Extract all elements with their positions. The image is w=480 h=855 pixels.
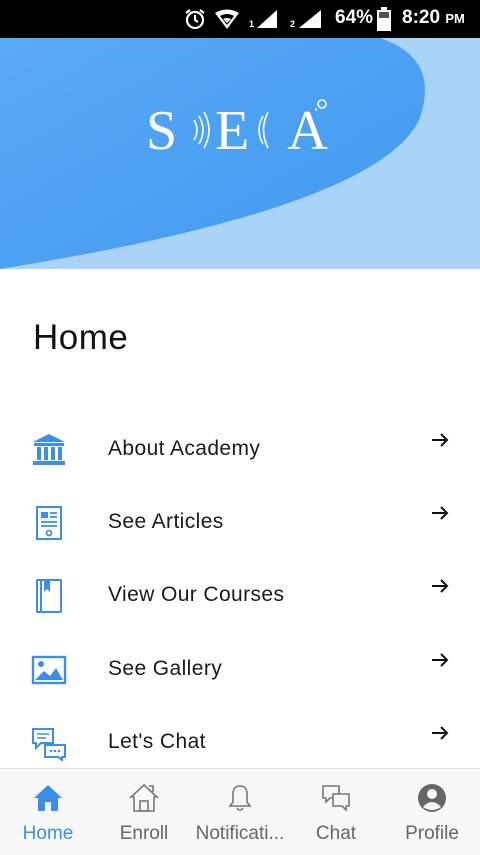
menu-item-see-articles[interactable]: See Articles [0,493,480,553]
menu-item-label: Let's Chat [108,730,206,753]
bell-icon [228,785,252,811]
clock-time: 8:20 [402,7,441,28]
academy-icon [33,434,65,465]
sea-logo: SEA [146,96,336,166]
arrow-right-icon [432,653,449,667]
menu-item-see-gallery[interactable]: See Gallery [0,640,480,700]
page-title: Home [33,318,129,357]
signal-sim1-icon [257,10,277,28]
signal-sim2-icon [299,10,321,28]
clock-suffix: PM [445,11,465,26]
chat-icon [32,728,66,761]
tab-profile-label: Profile [405,823,459,844]
header-banner: SEA [0,38,480,269]
arrow-right-icon [432,726,449,740]
tab-enroll[interactable]: Enroll [96,769,192,855]
home-icon [34,785,62,811]
chat-bubbles-icon [322,785,350,812]
menu-item-label: See Gallery [108,657,223,680]
sea-logo-text: SEA [146,100,366,162]
tab-home-label: Home [22,823,74,844]
arrow-right-icon [432,579,449,593]
arrow-right-icon [432,433,449,447]
wifi-icon [215,9,239,29]
menu-item-label: See Articles [108,510,224,533]
tab-notifications-label: Notificati... [195,823,285,844]
courses-icon [36,579,62,613]
status-bar: 1 2 64% 8:20 PM [0,0,480,38]
tab-chat[interactable]: Chat [288,769,384,855]
gallery-icon [31,655,67,685]
tab-enroll-label: Enroll [119,823,169,844]
arrow-right-icon [432,506,449,520]
menu-item-about-academy[interactable]: About Academy [0,420,480,480]
enroll-icon [129,783,159,812]
sim2-label: 2 [290,19,296,29]
clock: 8:20 PM [402,7,465,29]
menu-item-lets-chat[interactable]: Let's Chat [0,713,480,773]
bottom-navigation: Home Enroll Notificati... Chat Profile [0,768,480,855]
menu-item-label: View Our Courses [108,583,285,606]
sim1-label: 1 [249,19,255,29]
articles-icon [36,506,62,540]
tab-profile[interactable]: Profile [384,769,480,855]
battery-percent: 64% [335,7,374,28]
menu-item-view-courses[interactable]: View Our Courses [0,566,480,626]
tab-notifications[interactable]: Notificati... [192,769,288,855]
battery-icon [377,7,391,31]
profile-icon [418,784,446,812]
tab-chat-label: Chat [315,823,357,844]
menu-item-label: About Academy [108,437,261,460]
alarm-icon [185,9,205,30]
tab-home[interactable]: Home [0,769,96,855]
